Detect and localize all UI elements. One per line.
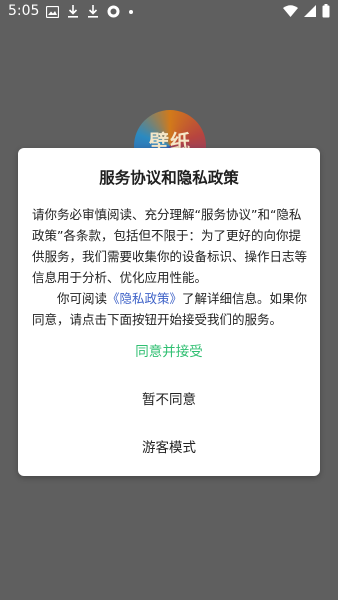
privacy-paragraph-lead: 你可阅读 [57, 291, 108, 306]
terms-paragraph: 请你务必审慎阅读、充分理解“服务协议”和“隐私政策”各条款，包括但不限于：为了更… [32, 207, 308, 285]
status-bar: 5:05 [0, 0, 338, 24]
privacy-policy-link[interactable]: 《隐私政策》 [107, 291, 182, 306]
download-icon [67, 5, 79, 18]
status-time: 5:05 [8, 3, 40, 19]
battery-icon [322, 4, 330, 18]
wifi-icon [283, 5, 298, 17]
notification-icons [45, 5, 134, 18]
download-icon [87, 5, 99, 18]
system-icons [283, 4, 330, 18]
dialog-title: 服务协议和隐私政策 [99, 169, 239, 187]
privacy-dialog: 服务协议和隐私政策 请你务必审慎阅读、充分理解“服务协议”和“隐私政策”各条款，… [18, 148, 320, 476]
dialog-body: 请你务必审慎阅读、充分理解“服务协议”和“隐私政策”各条款，包括但不限于：为了更… [32, 204, 308, 330]
cellular-signal-icon [304, 5, 316, 17]
screen: 5:05 壁纸 服务协议和隐私政策 请你务必审慎阅读、充分理解“服务协议”和“隐… [0, 0, 338, 600]
image-icon [45, 5, 60, 18]
decline-button[interactable]: 暂不同意 [18, 388, 320, 408]
agree-button[interactable]: 同意并接受 [18, 340, 320, 360]
app-notification-icon [107, 5, 120, 18]
privacy-paragraph: 你可阅读《隐私政策》了解详细信息。如果你同意，请点击下面按钮开始接受我们的服务。 [32, 288, 308, 330]
more-notifications-dot-icon [128, 9, 134, 15]
guest-mode-button[interactable]: 游客模式 [18, 436, 320, 456]
